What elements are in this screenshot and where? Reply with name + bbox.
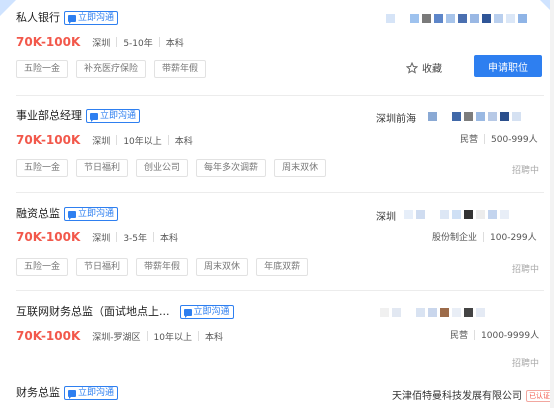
benefit-tag: 年底双薪 [256, 258, 309, 276]
benefit-tag: 每年多次调薪 [196, 159, 267, 177]
experience: 10年以上 [123, 136, 162, 147]
divider [16, 290, 544, 291]
benefit-tag: 五险一金 [16, 60, 69, 78]
chat-icon [183, 308, 192, 318]
benefit-tag: 周末双休 [196, 258, 249, 276]
experience: 5-10年 [123, 38, 153, 49]
corner-badge [0, 0, 16, 16]
education: 本科 [165, 38, 184, 49]
chat-button[interactable]: 立即沟通 [64, 11, 119, 25]
company-meta: 民营 1000-9999人 [450, 328, 539, 341]
chat-icon [68, 14, 76, 24]
chat-icon [68, 210, 76, 220]
job-title[interactable]: 私人银行 [16, 11, 60, 25]
job-title[interactable]: 财务总监 [16, 386, 60, 400]
scrollbar[interactable] [550, 0, 554, 408]
chat-icon [90, 112, 98, 122]
job-title[interactable]: 事业部总经理 [16, 109, 82, 123]
company-name-mosaic [404, 210, 509, 219]
verified-badge: 已认证 [526, 390, 553, 402]
chat-button[interactable]: 立即沟通 [64, 207, 119, 221]
chat-button[interactable]: 立即沟通 [179, 305, 234, 319]
benefit-tag: 创业公司 [136, 159, 189, 177]
job-title-row: 互联网财务总监（面试地点上... 立即沟通 [16, 305, 234, 319]
job-title-row: 融资总监 立即沟通 [16, 207, 119, 221]
salary: 70K-100K [16, 329, 81, 343]
company-name[interactable]: 深圳前海 [376, 110, 416, 125]
job-title[interactable]: 互联网财务总监（面试地点上... [16, 305, 170, 319]
benefit-tag: 五险一金 [16, 258, 69, 276]
benefit-tag: 带薪年假 [136, 258, 189, 276]
location: 深圳-罗湖区 [92, 332, 141, 343]
company-type: 民营 [450, 331, 469, 341]
company-name[interactable]: 深圳 [376, 208, 396, 223]
star-icon [406, 61, 418, 74]
company-size: 100-299人 [490, 233, 537, 243]
company-meta: 民营 500-999人 [460, 132, 538, 145]
salary: 70K-100K [16, 133, 81, 147]
chat-icon [68, 389, 76, 399]
favorite-button[interactable]: 收藏 [406, 60, 442, 75]
job-title-row: 私人银行 立即沟通 [16, 11, 119, 25]
recruiting-status: 招聘中 [512, 359, 540, 369]
job-tags: 五险一金 补充医疗保险 带薪年假 [16, 60, 207, 78]
benefit-tag: 周末双休 [274, 159, 327, 177]
benefit-tag: 节日福利 [76, 159, 129, 177]
education: 本科 [174, 136, 193, 147]
job-meta: 70K-100K 深圳 5-10年 本科 [16, 35, 184, 49]
location: 深圳 [92, 38, 111, 49]
benefit-tag: 五险一金 [16, 159, 69, 177]
benefit-tag: 补充医疗保险 [76, 60, 147, 78]
divider [16, 95, 544, 96]
company-type: 股份制企业 [432, 233, 478, 243]
company-name-mosaic [428, 112, 521, 121]
job-meta: 70K-100K 深圳-罗湖区 10年以上 本科 [16, 329, 223, 343]
company-name-mosaic [380, 308, 485, 317]
apply-button[interactable]: 申请职位 [474, 55, 542, 77]
education: 本科 [205, 332, 224, 343]
benefit-tag: 节日福利 [76, 258, 129, 276]
company-meta: 股份制企业 100-299人 [432, 230, 537, 243]
chat-button[interactable]: 立即沟通 [64, 386, 119, 400]
job-meta: 70K-100K 深圳 10年以上 本科 [16, 133, 193, 147]
job-title-row: 事业部总经理 立即沟通 [16, 109, 141, 123]
location: 深圳 [92, 136, 111, 147]
experience: 10年以上 [153, 332, 192, 343]
salary: 70K-100K [16, 230, 81, 244]
benefit-tag: 带薪年假 [154, 60, 207, 78]
recruiting-status: 招聘中 [512, 166, 540, 176]
job-title-row: 财务总监 立即沟通 [16, 386, 119, 400]
job-title[interactable]: 融资总监 [16, 207, 60, 221]
job-tags: 五险一金 节日福利 创业公司 每年多次调薪 周末双休 [16, 159, 327, 177]
experience: 3-5年 [123, 233, 148, 244]
job-meta: 70K-100K 深圳 3-5年 本科 [16, 230, 178, 244]
company-name[interactable]: 天津佰特曼科技发展有限公司 已认证 [392, 387, 553, 402]
education: 本科 [160, 233, 179, 244]
chat-button[interactable]: 立即沟通 [86, 109, 141, 123]
job-tags: 五险一金 节日福利 带薪年假 周末双休 年底双薪 [16, 258, 309, 276]
company-size: 1000-9999人 [481, 331, 540, 341]
location: 深圳 [92, 233, 111, 244]
salary: 70K-100K [16, 35, 81, 49]
company-type: 民营 [460, 135, 479, 145]
company-size: 500-999人 [491, 135, 538, 145]
company-name-mosaic [386, 14, 527, 23]
recruiting-status: 招聘中 [512, 265, 540, 275]
divider [16, 192, 544, 193]
